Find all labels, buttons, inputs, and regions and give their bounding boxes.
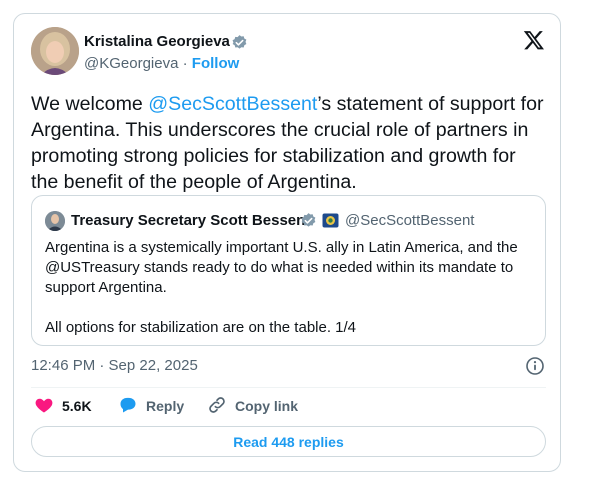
info-icon[interactable] [525,356,545,376]
reply-label: Reply [146,398,185,414]
mention-link[interactable]: @SecScottBessent [148,93,317,115]
like-count: 5.6K [62,398,92,414]
author-handle[interactable]: @KGeorgieva [84,55,178,72]
tweet-text-before: We welcome [31,93,149,115]
tweet-card: Kristalina Georgieva @KGeorgieva · Follo… [13,13,561,472]
timestamp[interactable]: 12:46 PM · Sep 22, 2025 [31,357,198,374]
verified-badge-icon [231,34,248,51]
action-bar: 5.6K Reply Copy link [31,394,546,418]
avatar[interactable] [31,27,79,75]
quoted-author-name[interactable]: Treasury Secretary Scott Bessent [71,212,310,229]
author-handle-row: @KGeorgieva · Follow [84,55,239,72]
copy-link-label: Copy link [235,398,299,414]
reply-button[interactable]: Reply [118,394,184,418]
x-logo-icon[interactable] [523,29,545,51]
follow-button[interactable]: Follow [192,55,240,72]
quoted-avatar[interactable] [45,211,65,231]
author-name[interactable]: Kristalina Georgieva [84,33,230,50]
tweet-text: We welcome @SecScottBessent’s statement … [31,91,546,195]
heart-icon [34,395,54,418]
divider [31,387,546,388]
read-replies-button[interactable]: Read 448 replies [31,426,546,457]
reply-bubble-icon [118,395,138,418]
quoted-tweet[interactable]: Treasury Secretary Scott Bessent @SecSco… [31,195,546,346]
like-button[interactable]: 5.6K [34,394,92,418]
link-icon [207,395,227,418]
separator-dot: · [182,55,188,72]
verified-badge-icon [300,212,317,229]
quoted-handle[interactable]: @SecScottBessent [345,212,474,229]
quoted-text: Argentina is a systemically important U.… [45,239,518,336]
copy-link-button[interactable]: Copy link [207,394,298,418]
flag-icon [322,212,339,229]
